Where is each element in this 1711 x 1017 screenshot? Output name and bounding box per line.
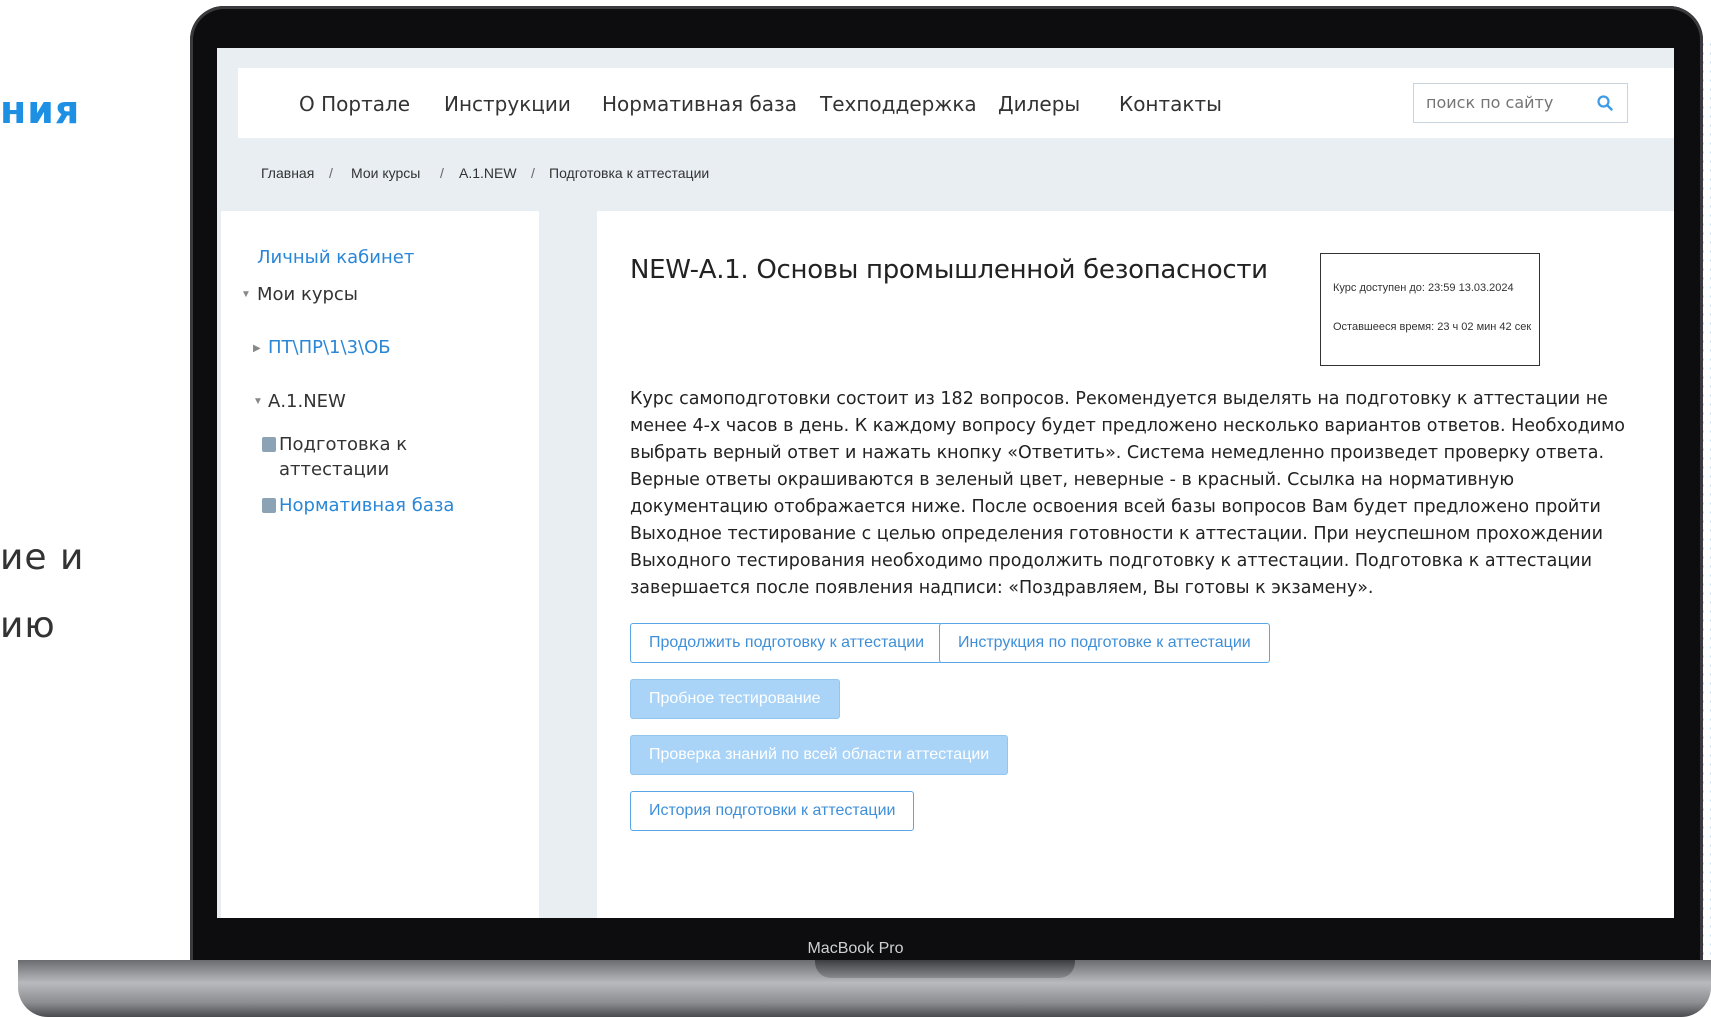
description-line: Верные ответы окрашиваются в зеленый цве… (630, 470, 1515, 490)
chevron-down-icon[interactable]: ▼ (241, 289, 251, 300)
sidebar-item-prep-line2[interactable]: аттестации (279, 459, 389, 480)
sidebar-item-normative[interactable]: Нормативная база (279, 495, 454, 516)
description-line: документацию отображается ниже. После ос… (630, 497, 1601, 517)
description-line: Курс самоподготовки состоит из 182 вопро… (630, 389, 1608, 409)
book-icon (262, 498, 276, 513)
full-knowledge-check-button[interactable]: Проверка знаний по всей области аттестац… (630, 735, 1009, 775)
laptop-screen: О Портале Инструкции Нормативная база Те… (217, 48, 1674, 918)
nav-item-dealers[interactable]: Дилеры (998, 92, 1080, 116)
device-label: MacBook Pro (807, 940, 904, 957)
breadcrumb: Главная / Мои курсы / А.1.NEW / Подготов… (238, 138, 1674, 208)
description-line: Выходного тестирования необходимо продол… (630, 551, 1593, 571)
sidebar-item-my-courses[interactable]: Мои курсы (257, 284, 358, 305)
description-line: выбрать верный ответ и нажать кнопку «От… (630, 443, 1605, 463)
available-until: Курс доступен до: 23:59 13.03.2024 (1333, 282, 1514, 294)
nav-item-contacts[interactable]: Контакты (1119, 92, 1222, 116)
book-icon (262, 437, 276, 452)
breadcrumb-my-courses[interactable]: Мои курсы (351, 165, 420, 181)
breadcrumb-separator: / (329, 165, 333, 181)
chevron-right-icon[interactable]: ▶ (253, 343, 261, 354)
continue-preparation-button[interactable]: Продолжить подготовку к аттестации (630, 623, 944, 663)
search-icon[interactable] (1597, 95, 1613, 111)
course-description: Курс самоподготовки состоит из 182 вопро… (630, 386, 1650, 602)
description-line: менее 4-х часов в день. К каждому вопрос… (630, 416, 1625, 436)
course-timer-box: Курс доступен до: 23:59 13.03.2024 Остав… (1320, 253, 1540, 366)
nav-item-normative[interactable]: Нормативная база (602, 92, 797, 116)
sidebar-item-cabinet[interactable]: Личный кабинет (257, 247, 414, 268)
description-line: Выходное тестирование с целью определени… (630, 524, 1604, 544)
search-box[interactable] (1413, 83, 1628, 123)
top-navigation: О Портале Инструкции Нормативная база Те… (238, 68, 1674, 138)
slide-heading-fragment: ния (0, 88, 81, 132)
sidebar: Личный кабинет ▼ Мои курсы ▶ ПТ\ПР\1\3\О… (221, 211, 539, 918)
page-title: NEW-А.1. Основы промышленной безопасност… (630, 255, 1268, 285)
sidebar-item-prep[interactable]: Подготовка к (279, 434, 407, 455)
laptop-notch (815, 960, 1075, 978)
breadcrumb-current: Подготовка к аттестации (549, 165, 710, 181)
nav-item-instructions[interactable]: Инструкции (444, 92, 571, 116)
chevron-down-icon[interactable]: ▼ (253, 396, 263, 407)
breadcrumb-separator: / (440, 165, 444, 181)
preparation-history-button[interactable]: История подготовки к аттестации (630, 791, 915, 831)
slide-text-fragment-1: ие и (0, 537, 85, 578)
slide-text-fragment-2: ию (0, 605, 56, 646)
instruction-button[interactable]: Инструкция по подготовке к аттестации (939, 623, 1270, 663)
sidebar-item-course2[interactable]: А.1.NEW (268, 391, 346, 412)
nav-item-support[interactable]: Техподдержка (820, 92, 977, 116)
breadcrumb-home[interactable]: Главная (261, 165, 314, 181)
trial-test-button[interactable]: Пробное тестирование (630, 679, 840, 719)
description-line: завершается после появления надписи: «По… (630, 578, 1374, 598)
breadcrumb-separator: / (531, 165, 535, 181)
nav-item-about[interactable]: О Портале (299, 92, 410, 116)
main-content: NEW-А.1. Основы промышленной безопасност… (597, 211, 1674, 918)
sidebar-item-course1[interactable]: ПТ\ПР\1\3\ОБ (268, 337, 391, 358)
breadcrumb-course[interactable]: А.1.NEW (459, 165, 517, 181)
remaining-time: Оставшееся время: 23 ч 02 мин 42 сек (1333, 321, 1532, 333)
search-input[interactable] (1426, 93, 1586, 112)
